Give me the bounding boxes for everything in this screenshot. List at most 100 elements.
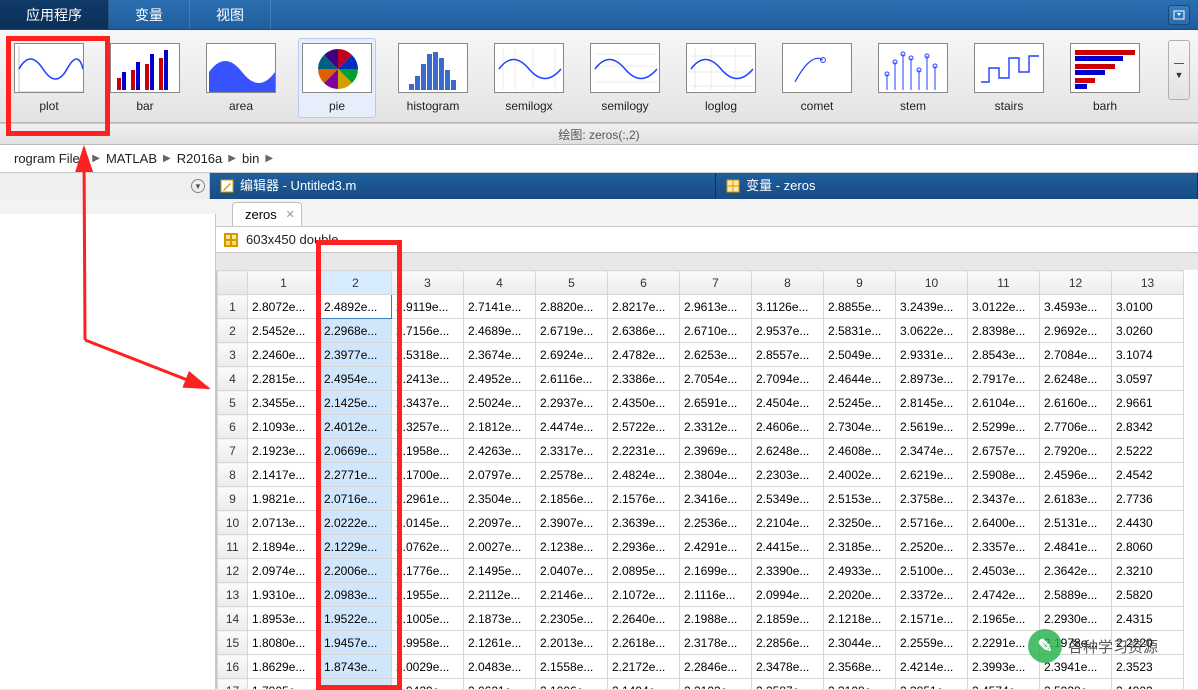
path-seg-1[interactable]: MATLAB [102,151,161,166]
row-header[interactable]: 10 [218,511,248,535]
cell[interactable]: 2.1558e... [536,655,608,679]
cell[interactable]: 2.4841e... [1040,535,1112,559]
row-header[interactable]: 1 [218,295,248,319]
cell[interactable]: 2.8145e... [896,391,968,415]
cell[interactable]: 2.4002e... [824,463,896,487]
column-header[interactable]: 5 [536,271,608,295]
cell[interactable]: 1.8953e... [248,607,320,631]
cell[interactable]: 2.1894e... [248,535,320,559]
cell[interactable]: 2.2305e... [536,607,608,631]
cell[interactable]: 2.3504e... [464,487,536,511]
plot-item-comet[interactable]: comet [778,38,856,118]
cell[interactable]: 3.4593e... [1040,295,1112,319]
cell[interactable]: 2.3250e... [824,511,896,535]
cell[interactable]: 2.6116e... [536,367,608,391]
cell[interactable]: 2.3178e... [680,631,752,655]
cell[interactable]: 2.3416e... [680,487,752,511]
cell[interactable]: 2.3639e... [608,511,680,535]
cell[interactable]: 2.9692e... [1040,319,1112,343]
row-header[interactable]: 8 [218,463,248,487]
cell[interactable]: 2.2413e... [392,367,464,391]
cell[interactable]: 2.6400e... [968,511,1040,535]
cell[interactable]: 2.1856e... [536,487,608,511]
cell[interactable]: 2.4350e... [608,391,680,415]
plot-item-stem[interactable]: stem [874,38,952,118]
cell[interactable]: 2.3386e... [608,367,680,391]
cell[interactable]: 2.5131e... [1040,511,1112,535]
cell[interactable]: 2.4824e... [608,463,680,487]
cell[interactable]: 2.2930e... [1040,607,1112,631]
cell[interactable]: 2.2961e... [392,487,464,511]
cell[interactable]: 1.9054e... [320,679,392,690]
cell[interactable]: 2.0762e... [392,535,464,559]
cell[interactable]: 2.1116e... [680,583,752,607]
cell[interactable]: 2.4504e... [752,391,824,415]
cell[interactable]: 2.5722e... [608,415,680,439]
cell[interactable]: 3.1074 [1112,343,1184,367]
cell[interactable]: 2.8973e... [896,367,968,391]
cell[interactable]: 2.0716e... [320,487,392,511]
cell[interactable]: 2.5049e... [824,343,896,367]
sheet-corner[interactable] [218,271,248,295]
column-header[interactable]: 6 [608,271,680,295]
cell[interactable]: 1.9821e... [248,487,320,511]
cell[interactable]: 2.1495e... [464,559,536,583]
cell[interactable]: 2.0983e... [320,583,392,607]
row-header[interactable]: 14 [218,607,248,631]
plot-item-loglog[interactable]: loglog [682,38,760,118]
cell[interactable]: 2.2231e... [608,439,680,463]
cell[interactable]: 2.2146e... [536,583,608,607]
cell[interactable]: 2.1923e... [248,439,320,463]
cell[interactable]: 2.1238e... [536,535,608,559]
cell[interactable]: 2.5318e... [392,343,464,367]
cell[interactable]: 2.7084e... [1040,343,1112,367]
row-header[interactable]: 5 [218,391,248,415]
cell[interactable]: 2.3907e... [536,511,608,535]
cell[interactable]: 2.1229e... [320,535,392,559]
cell[interactable]: 2.1965e... [968,607,1040,631]
cell[interactable]: 2.1417e... [248,463,320,487]
cell[interactable]: 2.1699e... [680,559,752,583]
cell[interactable]: 2.7920e... [1040,439,1112,463]
cell[interactable]: 2.2303e... [752,463,824,487]
cell[interactable]: 2.6386e... [608,319,680,343]
path-seg-0[interactable]: rogram Files [10,151,90,166]
cell[interactable]: 2.5100e... [896,559,968,583]
cell[interactable]: 2.0713e... [248,511,320,535]
row-header[interactable]: 7 [218,439,248,463]
cell[interactable]: 3.0100 [1112,295,1184,319]
row-header[interactable]: 16 [218,655,248,679]
cell[interactable]: 2.3474e... [896,439,968,463]
cell[interactable]: 1.8743e... [320,655,392,679]
cell[interactable]: 2.3993e... [968,655,1040,679]
cell[interactable]: 2.8557e... [752,343,824,367]
column-header[interactable]: 4 [464,271,536,295]
cell[interactable]: 2.0029e... [392,655,464,679]
cell[interactable]: 2.0027e... [464,535,536,559]
cell[interactable]: 1.9522e... [320,607,392,631]
cell[interactable]: 2.7141e... [464,295,536,319]
cell[interactable]: 2.3210 [1112,559,1184,583]
ribbon-tab-apps[interactable]: 应用程序 [0,0,109,29]
current-folder-breadcrumb[interactable]: rogram Files▶ MATLAB▶ R2016a▶ bin▶ [0,145,1198,173]
cell[interactable]: 2.4742e... [968,583,1040,607]
cell[interactable]: 2.8060 [1112,535,1184,559]
cell[interactable]: 1.9429e... [392,679,464,690]
cell[interactable]: 2.1571e... [896,607,968,631]
cell[interactable]: 2.7304e... [824,415,896,439]
cell[interactable]: 2.3044e... [824,631,896,655]
cell[interactable]: 2.8072e... [248,295,320,319]
column-header[interactable]: 10 [896,271,968,295]
cell[interactable]: 2.1261e... [464,631,536,655]
cell[interactable]: 2.9613e... [680,295,752,319]
cell[interactable]: 2.1576e... [608,487,680,511]
cell[interactable]: 2.7156e... [392,319,464,343]
cell[interactable]: 2.2559e... [896,631,968,655]
cell[interactable]: 2.9331e... [896,343,968,367]
cell[interactable]: 2.6710e... [680,319,752,343]
cell[interactable]: 2.4782e... [608,343,680,367]
cell[interactable]: 2.7917e... [968,367,1040,391]
cell[interactable]: 2.1988e... [680,607,752,631]
cell[interactable]: 2.3390e... [752,559,824,583]
row-header[interactable]: 2 [218,319,248,343]
